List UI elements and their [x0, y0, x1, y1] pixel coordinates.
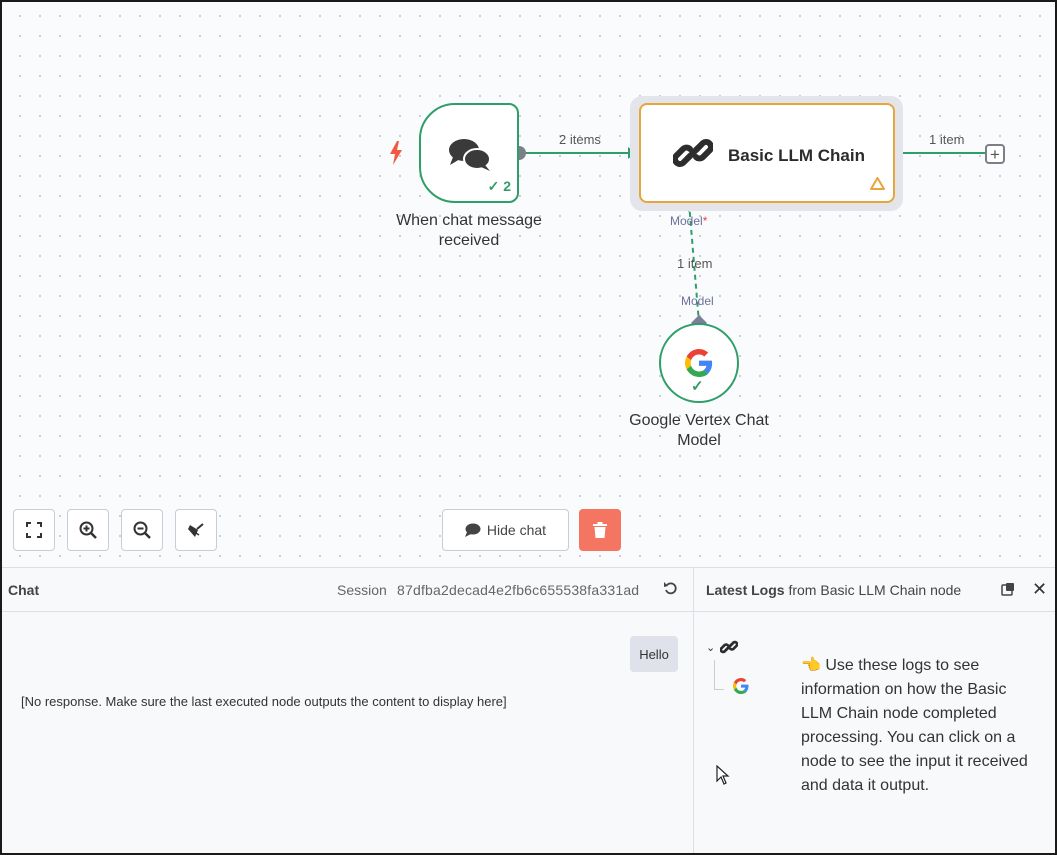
chat-bubble-icon: [464, 523, 481, 537]
log-tree-google-node[interactable]: [733, 678, 749, 699]
hide-chat-label: Hide chat: [486, 522, 547, 538]
session-label: Session: [337, 582, 387, 598]
lightning-icon: [388, 141, 404, 170]
vertex-node-label: Google Vertex Chat Model: [629, 412, 769, 449]
zoom-in-icon: [79, 521, 97, 539]
node-google-vertex[interactable]: ✓: [659, 323, 739, 403]
node-chat-trigger[interactable]: ✓ 2: [419, 103, 519, 203]
model-output-label: Model: [681, 294, 714, 308]
logs-hint: 👈 Use these logs to see information on h…: [801, 657, 1028, 794]
trash-icon: [593, 522, 607, 538]
delete-execution-button[interactable]: [579, 509, 621, 551]
reset-session-button[interactable]: [664, 580, 680, 598]
zoom-out-button[interactable]: [121, 509, 163, 551]
logs-panel: Latest Logs from Basic LLM Chain node ✕ …: [694, 567, 1055, 853]
edges-layer: [512, 146, 985, 331]
chat-title: Chat: [8, 582, 40, 598]
zoom-out-icon: [133, 521, 151, 539]
reset-icon: [664, 582, 677, 595]
pointing-hand-icon: 👈: [801, 657, 821, 674]
link-chain-icon: [719, 640, 739, 654]
mouse-cursor-icon: [716, 764, 730, 790]
edge-label-model: 1 item: [677, 256, 713, 271]
google-icon: [733, 678, 749, 694]
session-id[interactable]: 87dfba2decad4e2fb6c655538fa331ad: [397, 582, 639, 598]
model-port-label: Model*: [670, 214, 708, 228]
exec-count-badge: ✓ 2: [487, 178, 511, 194]
chat-bubbles-icon: [448, 137, 492, 178]
zoom-in-button[interactable]: [67, 509, 109, 551]
tidy-up-button[interactable]: [175, 509, 217, 551]
trigger-node-label: When chat message received: [396, 212, 542, 249]
node-title: Basic LLM Chain: [728, 146, 865, 165]
chevron-down-icon[interactable]: ⌄: [706, 641, 715, 654]
hide-chat-button[interactable]: Hide chat: [442, 509, 569, 551]
bot-message: [No response. Make sure the last execute…: [21, 694, 507, 709]
chat-header: Chat Session 87dfba2decad4e2fb6c655538fa…: [2, 568, 693, 612]
edge-label-output: 1 item: [929, 132, 965, 147]
workflow-canvas[interactable]: ✓ 2 When chat message received 2 items B…: [2, 2, 1055, 567]
chat-panel: Chat Session 87dfba2decad4e2fb6c655538fa…: [2, 567, 694, 853]
log-tree-chain-node[interactable]: [719, 638, 739, 661]
add-node-button[interactable]: +: [985, 144, 1005, 164]
tree-connector: [714, 660, 724, 690]
fit-view-icon: [26, 522, 42, 538]
check-icon: ✓: [691, 378, 704, 395]
broom-icon: [188, 523, 204, 537]
logs-header: Latest Logs from Basic LLM Chain node ✕: [694, 568, 1055, 612]
zoom-to-fit-button[interactable]: [13, 509, 55, 551]
close-icon[interactable]: ✕: [1032, 579, 1047, 600]
link-chain-icon: [672, 133, 714, 178]
edge-label-items: 2 items: [559, 132, 601, 147]
node-basic-llm-chain[interactable]: Basic LLM Chain: [639, 103, 895, 203]
logs-title: Latest Logs from Basic LLM Chain node: [706, 582, 962, 598]
warning-triangle-icon: [870, 177, 885, 195]
popout-icon[interactable]: [1001, 582, 1017, 598]
user-message: Hello: [630, 636, 678, 672]
check-icon: ✓: [487, 178, 500, 194]
